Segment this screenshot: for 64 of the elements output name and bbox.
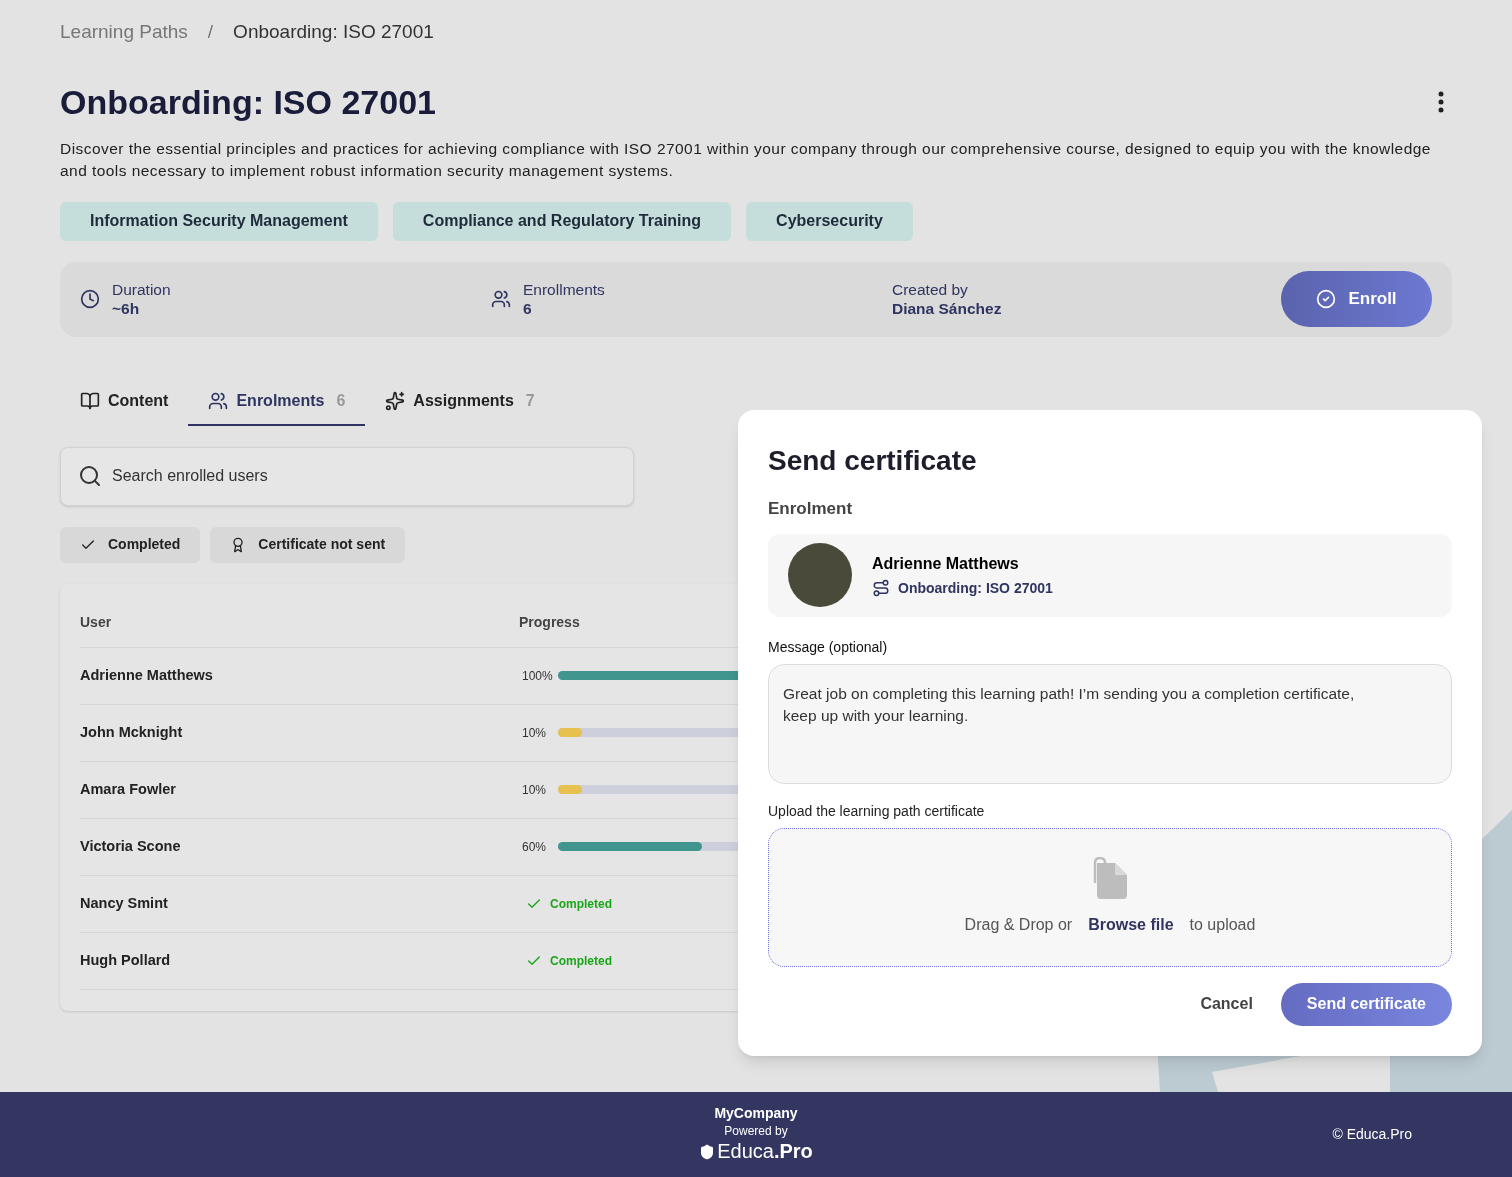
- tag: Information Security Management: [60, 201, 378, 241]
- user-name: Amara Fowler: [80, 779, 177, 799]
- browse-file-link[interactable]: Browse file: [1088, 913, 1174, 937]
- stat-value: ~6h: [112, 299, 141, 318]
- users-icon: [491, 289, 511, 309]
- tab[interactable]: Assignments 7: [365, 377, 555, 426]
- stat-label: Created by: [892, 280, 969, 299]
- tab[interactable]: Content: [60, 377, 189, 426]
- user-name: John Mcknight: [80, 722, 184, 742]
- stat-value: 6: [523, 299, 533, 318]
- breadcrumb-link[interactable]: Onboarding: ISO 27001: [233, 18, 434, 47]
- progress-percent: 60%: [522, 838, 548, 856]
- dialog-title: Send certificate: [768, 444, 978, 478]
- route-icon: [872, 579, 890, 597]
- upload-hint: Drag & Drop or: [964, 915, 1073, 935]
- powered-by-text: Powered by: [724, 1124, 788, 1140]
- learning-path-link[interactable]: Onboarding: ISO 27001: [898, 577, 1053, 599]
- field-label: Upload the learning path certificate: [768, 801, 986, 821]
- copyright: © Educa.Pro: [1332, 1125, 1412, 1144]
- search-field[interactable]: Search enrolled users: [60, 446, 634, 506]
- tab[interactable]: Enrolments 6: [188, 377, 366, 426]
- user-name: Victoria Scone: [80, 836, 182, 856]
- filter-chip[interactable]: Certificate not sent: [210, 526, 406, 563]
- user-name: Hugh Pollard: [80, 950, 172, 970]
- tab-count: 7: [525, 390, 535, 411]
- brand-logo: Educa.Pro: [717, 1139, 813, 1165]
- company-name: MyCompany: [714, 1104, 798, 1123]
- book-icon: [80, 390, 100, 411]
- column-header: Progress: [519, 612, 580, 632]
- cancel-button[interactable]: Cancel: [1192, 992, 1261, 1016]
- shield-icon: [699, 1143, 716, 1160]
- field-label: Message (optional): [768, 637, 889, 657]
- user-name: Adrienne Matthews: [80, 665, 214, 685]
- section-label: Enrolment: [768, 498, 854, 520]
- description: Discover the essential principles and practices for achieving compliance with ISO 27001 within your company through our comprehensive course, designed to equip you with the knowledge and tools necessary to implement robust information security management systems.: [60, 138, 1432, 181]
- attachment-file-icon: [1091, 857, 1129, 899]
- breadcrumb-link[interactable]: Learning Paths: [60, 18, 188, 47]
- status-text: Completed: [550, 895, 612, 913]
- page-title: Onboarding: ISO 27001: [60, 81, 436, 123]
- stat-value: Diana Sánchez: [892, 299, 1002, 318]
- user-name: Adrienne Matthews: [872, 553, 1020, 574]
- tab-count: 6: [336, 390, 346, 411]
- column-header: User: [80, 612, 113, 632]
- upload-hint: to upload: [1189, 915, 1256, 935]
- status-text: Completed: [550, 952, 612, 970]
- stat-label: Duration: [112, 280, 171, 299]
- send-certificate-button[interactable]: Send certificate: [1280, 982, 1452, 1026]
- check-circle-icon: [1316, 289, 1337, 309]
- filter-chip[interactable]: Completed: [60, 526, 201, 563]
- tag: Cybersecurity: [746, 201, 913, 241]
- user-name: Nancy Smint: [80, 893, 169, 913]
- more-icon: [1438, 91, 1444, 113]
- stat-label: Enrollments: [523, 280, 605, 299]
- sparkles-icon: [385, 390, 406, 411]
- enroll-button[interactable]: Enroll: [1281, 271, 1432, 327]
- progress-percent: 10%: [522, 724, 548, 742]
- clock-icon: [80, 289, 100, 309]
- breadcrumb-separator: /: [207, 20, 214, 44]
- progress-percent: 10%: [522, 781, 548, 799]
- tag: Compliance and Regulatory Training: [392, 201, 732, 241]
- users-icon: [208, 390, 229, 411]
- search-icon: [78, 463, 102, 488]
- message-field[interactable]: Great job on completing this learning path! I’m sending you a completion certificate, keep up with your learning.: [768, 663, 1452, 784]
- upload-dropzone[interactable]: Drag & Drop or Browse file to upload: [768, 827, 1452, 967]
